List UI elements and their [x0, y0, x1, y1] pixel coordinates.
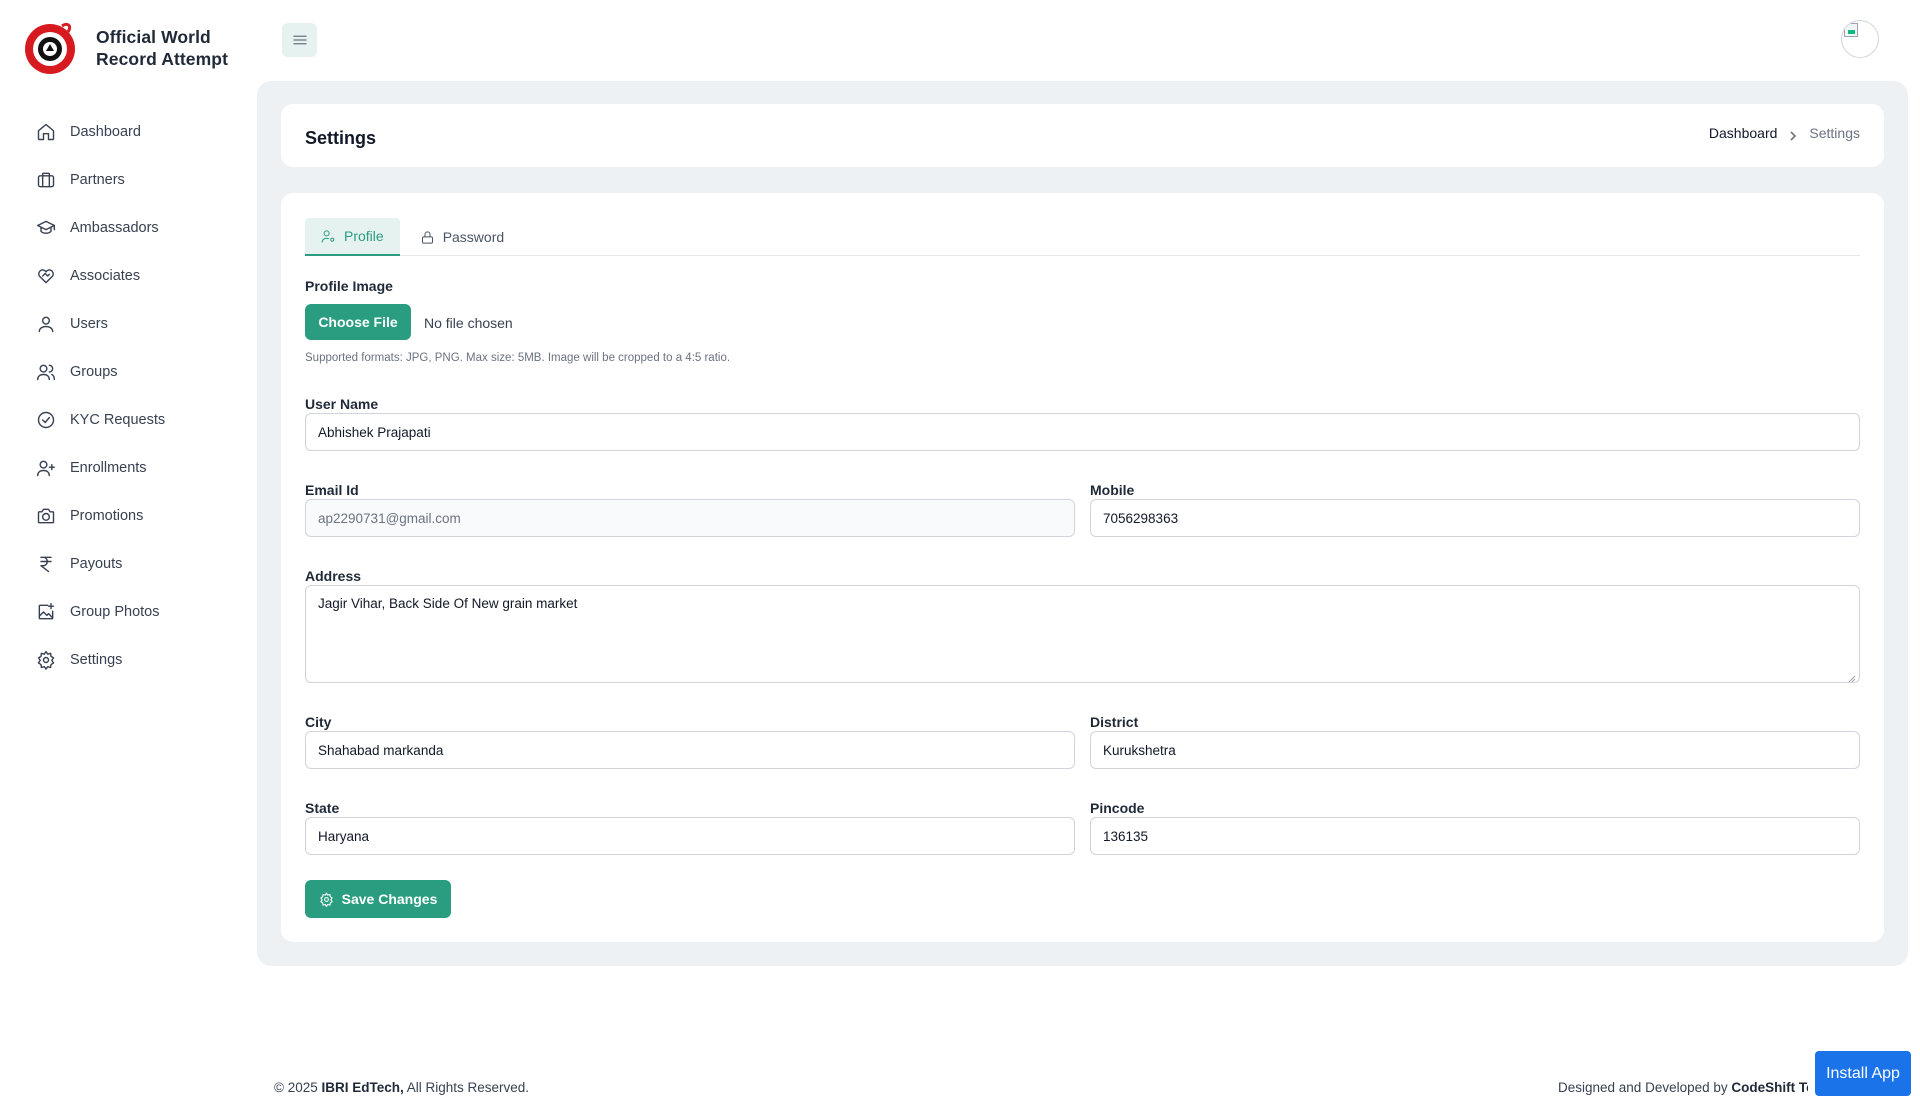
- email-field[interactable]: ap2290731@gmail.com: [305, 499, 1075, 537]
- gear-icon: [37, 650, 55, 670]
- city-label: City: [305, 714, 332, 730]
- sidebar-item-ambassadors[interactable]: Ambassadors: [0, 204, 257, 252]
- save-changes-button[interactable]: Save Changes: [305, 880, 451, 918]
- footer-credits: Designed and Developed by CodeShift Tech…: [1558, 1080, 1808, 1095]
- file-status: No file chosen: [424, 315, 513, 331]
- tab-password-label: Password: [442, 229, 505, 245]
- rights-text: All Rights Reserved.: [403, 1080, 530, 1095]
- sidebar-item-users[interactable]: Users: [0, 300, 257, 348]
- sidebar-item-label: Settings: [70, 652, 123, 668]
- sidebar-item-label: Promotions: [70, 508, 144, 524]
- sidebar-item-label: Users: [70, 316, 108, 332]
- user-icon: [38, 316, 54, 333]
- profile-image-help: Supported formats: JPG, PNG. Max size: 5…: [305, 352, 731, 364]
- sidebar-item-associates[interactable]: Associates: [0, 252, 257, 300]
- sidebar-item-label: Partners: [70, 172, 125, 188]
- tab-profile-label: Profile: [344, 228, 384, 244]
- user-cog-icon: [321, 229, 335, 243]
- logo-icon: [25, 22, 75, 74]
- breadcrumb: Dashboard Settings: [1709, 125, 1860, 141]
- sidebar-item-dashboard[interactable]: Dashboard: [0, 108, 257, 156]
- pincode-input[interactable]: 136135: [1090, 817, 1860, 855]
- chevron-right-icon: [1789, 128, 1797, 141]
- graduation-cap-icon: [36, 220, 56, 234]
- pincode-label: Pincode: [1090, 800, 1145, 816]
- choose-file-button[interactable]: Choose File: [305, 304, 411, 340]
- install-app-button[interactable]: Install App: [1815, 1051, 1911, 1096]
- address-text: Jagir Vihar, Back Side Of New grain mark…: [318, 596, 578, 611]
- sidebar-item-label: KYC Requests: [70, 412, 166, 428]
- address-textarea[interactable]: Jagir Vihar, Back Side Of New grain mark…: [305, 585, 1860, 683]
- state-input[interactable]: Haryana: [305, 817, 1075, 855]
- sidebar-item-promotions[interactable]: Promotions: [0, 492, 257, 540]
- menu-toggle-button[interactable]: [282, 23, 317, 57]
- district-input[interactable]: Kurukshetra: [1090, 731, 1860, 769]
- tab-profile[interactable]: Profile: [305, 218, 400, 256]
- district-label: District: [1090, 714, 1139, 730]
- city-input[interactable]: Shahabad markanda: [305, 731, 1075, 769]
- brand-name: Official World Record Attempt: [96, 26, 228, 70]
- sidebar-item-payouts[interactable]: Payouts: [0, 540, 257, 588]
- sidebar-item-groups[interactable]: Groups: [0, 348, 257, 396]
- sidebar-item-label: Associates: [70, 268, 141, 284]
- heart-handshake-icon: [38, 269, 54, 284]
- sidebar-item-group-photos[interactable]: Group Photos: [0, 588, 257, 636]
- footer-copyright: © 2025 IBRI EdTech, All Rights Reserved.: [274, 1080, 529, 1095]
- sidebar-item-enrollments[interactable]: Enrollments: [0, 444, 257, 492]
- sidebar-item-kyc-requests[interactable]: KYC Requests: [0, 396, 257, 444]
- avatar[interactable]: [1841, 20, 1879, 58]
- sidebar-nav: Dashboard Partners Ambassadors Associate…: [0, 108, 257, 684]
- main-content: Settings Dashboard Settings Profile Pass…: [257, 81, 1908, 966]
- address-label: Address: [305, 568, 362, 584]
- image-plus-icon: [38, 602, 55, 620]
- users-icon: [36, 364, 56, 381]
- breadcrumb-current: Settings: [1809, 125, 1860, 141]
- developer-link[interactable]: CodeShift Technologies: [1731, 1080, 1808, 1095]
- page-header: Settings Dashboard Settings: [281, 104, 1884, 167]
- mobile-label: Mobile: [1090, 482, 1135, 498]
- user-name-label: User Name: [305, 396, 379, 412]
- user-name-input[interactable]: Abhishek Prajapati: [305, 413, 1860, 451]
- email-label: Email Id: [305, 482, 359, 498]
- check-circle-icon: [37, 411, 55, 429]
- profile-image-label: Profile Image: [305, 278, 393, 294]
- camera-icon: [37, 508, 55, 524]
- settings-form-card: Profile Password Profile Image Choose Fi…: [281, 193, 1884, 942]
- hamburger-icon: [292, 35, 307, 45]
- sidebar-item-label: Payouts: [70, 556, 123, 572]
- sidebar-item-settings[interactable]: Settings: [0, 636, 257, 684]
- company-link[interactable]: IBRI EdTech,: [321, 1080, 403, 1095]
- home-icon: [37, 123, 55, 141]
- mobile-input[interactable]: 7056298363: [1090, 499, 1860, 537]
- copyright-prefix: © 2025: [274, 1080, 322, 1095]
- resize-handle[interactable]: [1848, 671, 1856, 683]
- briefcase-icon: [37, 172, 55, 188]
- state-label: State: [305, 800, 340, 816]
- sidebar-item-label: Group Photos: [70, 604, 160, 620]
- lock-icon: [421, 230, 433, 244]
- settings-tabs: Profile Password: [305, 218, 1860, 256]
- tab-password[interactable]: Password: [404, 218, 520, 256]
- brand[interactable]: Official World Record Attempt: [22, 20, 228, 76]
- page-title: Settings: [305, 128, 377, 148]
- sidebar-item-label: Groups: [70, 364, 118, 380]
- gear-icon: [319, 891, 333, 907]
- broken-image-icon: [1844, 23, 1858, 37]
- brand-line-2: Record Attempt: [96, 49, 229, 69]
- sidebar-item-partners[interactable]: Partners: [0, 156, 257, 204]
- designed-by-text: Designed and Developed by: [1558, 1080, 1732, 1095]
- save-changes-label: Save Changes: [341, 891, 438, 907]
- sidebar-item-label: Enrollments: [70, 460, 147, 476]
- brand-line-1: Official World: [96, 27, 211, 47]
- sidebar-item-label: Dashboard: [70, 124, 141, 140]
- sidebar-item-label: Ambassadors: [70, 220, 159, 236]
- rupee-icon: [40, 556, 52, 573]
- breadcrumb-dashboard-link[interactable]: Dashboard: [1709, 125, 1778, 141]
- user-plus-icon: [36, 460, 56, 477]
- sidebar: Official World Record Attempt Dashboard …: [0, 0, 257, 1111]
